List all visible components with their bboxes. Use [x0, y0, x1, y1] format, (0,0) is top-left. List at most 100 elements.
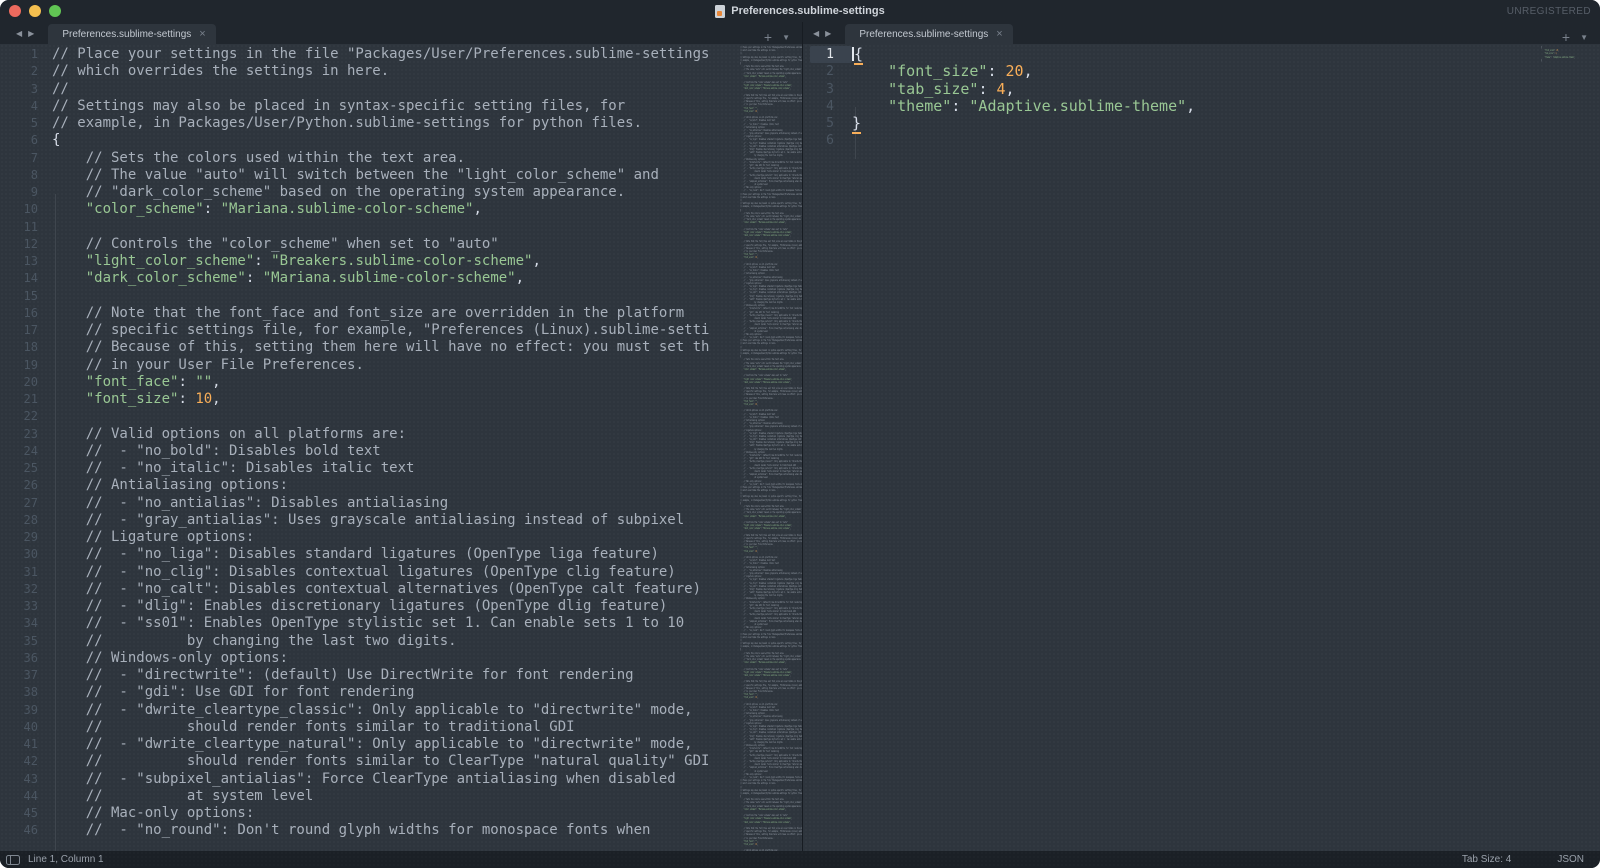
code-line[interactable]: } [852, 115, 1536, 132]
code-line[interactable]: // - "directwrite": (default) Use Direct… [52, 667, 738, 684]
code-line[interactable]: // at system level [52, 788, 738, 805]
line-number[interactable]: 17 [0, 322, 48, 339]
code-line[interactable]: // - "no_round": Don't round glyph width… [52, 822, 738, 839]
line-number[interactable]: 33 [0, 598, 48, 615]
back-icon[interactable]: ◀ [813, 29, 819, 38]
code-line[interactable]: // by changing the last two digits. [52, 633, 738, 650]
line-number[interactable]: 18 [0, 339, 48, 356]
code-line[interactable]: "tab_size": 4, [852, 81, 1536, 98]
line-number[interactable]: 6 [0, 132, 48, 149]
code-line[interactable]: // Because of this, setting them here wi… [52, 339, 738, 356]
line-number[interactable]: 42 [0, 753, 48, 770]
line-number[interactable]: 4 [0, 98, 48, 115]
code-line[interactable]: "font_size": 20, [852, 63, 1536, 80]
code-line[interactable]: // The value "auto" will switch between … [52, 167, 738, 184]
line-number[interactable]: 27 [0, 495, 48, 512]
line-number[interactable]: 44 [0, 788, 48, 805]
back-icon[interactable]: ◀ [16, 29, 22, 38]
forward-icon[interactable]: ▶ [825, 29, 831, 38]
code-line[interactable]: // [52, 81, 738, 98]
code-line[interactable]: // Windows-only options: [52, 650, 738, 667]
code-line[interactable]: // should render fonts similar to ClearT… [52, 753, 738, 770]
line-number[interactable]: 30 [0, 546, 48, 563]
line-number[interactable]: 20 [0, 374, 48, 391]
line-number[interactable]: 8 [0, 167, 48, 184]
code-line[interactable]: // - "subpixel_antialias": Force ClearTy… [52, 771, 738, 788]
line-number[interactable]: 38 [0, 684, 48, 701]
minimap[interactable]: { "font_size": 20, "tab_size": 4, "theme… [1541, 46, 1600, 70]
code-line[interactable]: // Antialiasing options: [52, 477, 738, 494]
code-line[interactable]: // - "dwrite_cleartype_classic": Only ap… [52, 702, 738, 719]
line-number[interactable]: 5 [0, 115, 48, 132]
line-number[interactable]: 25 [0, 460, 48, 477]
line-number[interactable]: 36 [0, 650, 48, 667]
syntax-indicator[interactable]: JSON [1557, 854, 1584, 865]
code-line[interactable]: // - "ss01": Enables OpenType stylistic … [52, 615, 738, 632]
line-number[interactable]: 14 [0, 270, 48, 287]
code-line[interactable] [852, 132, 1536, 149]
code-line[interactable] [52, 288, 738, 305]
tab-overflow-icon[interactable]: ▼ [782, 33, 790, 42]
line-number[interactable]: 24 [0, 443, 48, 460]
sidebar-toggle-icon[interactable] [6, 855, 20, 865]
line-number[interactable]: 11 [0, 219, 48, 236]
new-tab-icon[interactable]: + [1562, 30, 1570, 44]
line-number[interactable]: 22 [0, 408, 48, 425]
line-number[interactable]: 13 [0, 253, 48, 270]
line-number[interactable]: 5 [804, 115, 852, 132]
close-tab-icon[interactable]: × [996, 29, 1002, 40]
line-number[interactable]: 26 [0, 477, 48, 494]
line-number[interactable]: 3 [0, 81, 48, 98]
line-number[interactable]: 16 [0, 305, 48, 322]
code-line[interactable]: // Settings may also be placed in syntax… [52, 98, 738, 115]
line-number[interactable]: 35 [0, 633, 48, 650]
line-number[interactable]: 23 [0, 426, 48, 443]
code-line[interactable]: // - "dwrite_cleartype_natural": Only ap… [52, 736, 738, 753]
line-number[interactable]: 40 [0, 719, 48, 736]
line-number[interactable]: 29 [0, 529, 48, 546]
line-number[interactable]: 19 [0, 357, 48, 374]
code-line[interactable]: // - "no_calt": Disables contextual alte… [52, 581, 738, 598]
code-line[interactable]: // "dark_color_scheme" based on the oper… [52, 184, 738, 201]
user-settings-pane[interactable]: 123456 { "font_size": 20, "tab_size": 4,… [804, 44, 1600, 851]
tab-size-indicator[interactable]: Tab Size: 4 [1462, 854, 1511, 865]
code-line[interactable]: // - "no_bold": Disables bold text [52, 443, 738, 460]
code-line[interactable]: // - "no_antialias": Disables antialiasi… [52, 495, 738, 512]
code-line[interactable] [52, 219, 738, 236]
code-line[interactable]: // Mac-only options: [52, 805, 738, 822]
code-line[interactable]: // in your User File Preferences. [52, 357, 738, 374]
code-line[interactable]: // should render fonts similar to tradit… [52, 719, 738, 736]
line-number[interactable]: 2 [804, 63, 852, 80]
default-settings-pane[interactable]: 1234567891011121314151617181920212223242… [0, 44, 803, 851]
tab-overflow-icon[interactable]: ▼ [1580, 33, 1588, 42]
code-line[interactable]: "light_color_scheme": "Breakers.sublime-… [52, 253, 738, 270]
code-line[interactable]: // Ligature options: [52, 529, 738, 546]
code-line[interactable]: // Note that the font_face and font_size… [52, 305, 738, 322]
code-line[interactable]: // Valid options on all platforms are: [52, 426, 738, 443]
line-number[interactable]: 1 [0, 46, 48, 63]
line-number[interactable]: 10 [0, 201, 48, 218]
line-number[interactable]: 9 [0, 184, 48, 201]
line-number[interactable]: 4 [804, 98, 852, 115]
code-line[interactable]: // - "dlig": Enables discretionary ligat… [52, 598, 738, 615]
title-bar[interactable]: Preferences.sublime-settings UNREGISTERE… [0, 0, 1600, 22]
tab-preferences-left[interactable]: Preferences.sublime-settings × [48, 24, 215, 44]
line-number[interactable]: 46 [0, 822, 48, 839]
code-line[interactable]: // example, in Packages/User/Python.subl… [52, 115, 738, 132]
code-line[interactable]: // - "gdi": Use GDI for font rendering [52, 684, 738, 701]
code-line[interactable]: // which overrides the settings in here. [52, 63, 738, 80]
tab-preferences-right[interactable]: Preferences.sublime-settings × [845, 24, 1012, 44]
code-line[interactable]: "font_size": 10, [52, 391, 738, 408]
line-number[interactable]: 21 [0, 391, 48, 408]
line-number[interactable]: 39 [0, 702, 48, 719]
code-line[interactable]: // specific settings file, for example, … [52, 322, 738, 339]
code-line[interactable]: "theme": "Adaptive.sublime-theme", [852, 98, 1536, 115]
line-number[interactable]: 45 [0, 805, 48, 822]
line-number[interactable]: 34 [0, 615, 48, 632]
line-number[interactable]: 41 [0, 736, 48, 753]
line-number[interactable]: 3 [804, 81, 852, 98]
code-line[interactable]: "color_scheme": "Mariana.sublime-color-s… [52, 201, 738, 218]
code-line[interactable]: // - "gray_antialias": Uses grayscale an… [52, 512, 738, 529]
line-number[interactable]: 7 [0, 150, 48, 167]
line-number[interactable]: 15 [0, 288, 48, 305]
